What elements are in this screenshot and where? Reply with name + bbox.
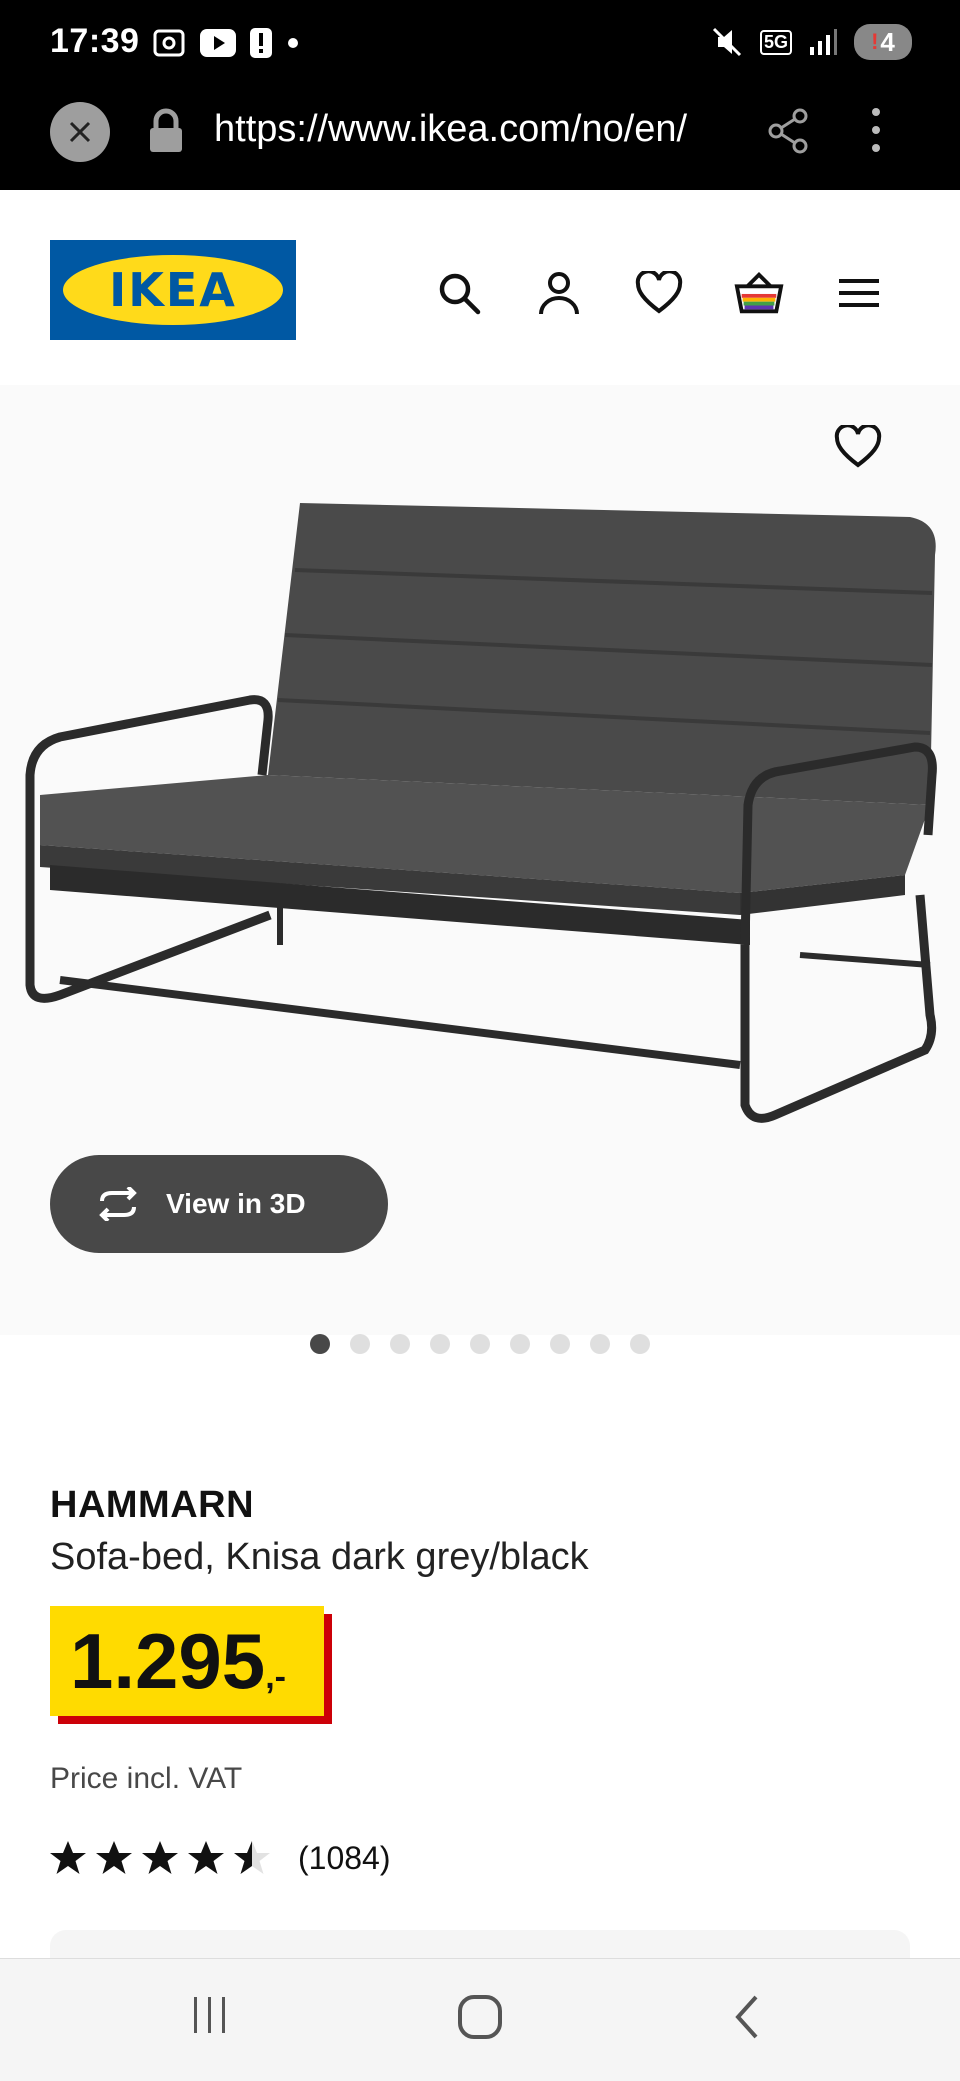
carousel-dot[interactable]	[630, 1334, 650, 1354]
screenshot-icon	[153, 29, 185, 57]
status-time: 17:39	[50, 22, 140, 60]
price-suffix: ,-	[265, 1658, 286, 1696]
view-in-3d-button[interactable]: View in 3D	[50, 1155, 388, 1253]
carousel-dot[interactable]	[390, 1334, 410, 1354]
wishlist-button[interactable]	[634, 268, 684, 318]
cart-button[interactable]	[734, 268, 784, 318]
search-button[interactable]	[434, 268, 484, 318]
search-icon	[439, 273, 481, 315]
product-name: HAMMARN	[50, 1484, 255, 1526]
more-options-button[interactable]	[866, 106, 886, 159]
heart-icon	[834, 423, 882, 468]
carousel-dot[interactable]	[590, 1334, 610, 1354]
recent-apps-button[interactable]	[188, 1993, 232, 2042]
ikea-logo[interactable]: IKEA	[50, 240, 296, 340]
mute-icon	[712, 27, 742, 57]
vat-note: Price incl. VAT	[50, 1762, 243, 1795]
home-button[interactable]	[456, 1993, 504, 2046]
add-to-wishlist-button[interactable]	[834, 423, 882, 474]
image-carousel-indicator	[0, 1334, 960, 1354]
rating-count: (1084)	[298, 1839, 391, 1876]
share-icon	[768, 108, 808, 154]
view-in-3d-label: View in 3D	[166, 1188, 306, 1219]
more-vert-icon	[872, 108, 880, 152]
user-icon	[539, 272, 579, 315]
heart-icon	[635, 271, 683, 314]
price-amount: 1.295	[70, 1617, 266, 1705]
recent-apps-icon	[194, 1997, 225, 2033]
shopping-bag-icon	[734, 272, 784, 314]
signal-icon	[810, 29, 837, 55]
system-navigation-bar	[0, 1958, 960, 2081]
half-star-icon	[234, 1841, 270, 1874]
url-field[interactable]: https://www.ikea.com/no/en/	[214, 108, 734, 151]
product-image-gallery[interactable]: View in 3D	[0, 385, 960, 1335]
star-icon	[50, 1841, 86, 1874]
dot-icon	[288, 38, 298, 48]
close-tab-button[interactable]	[50, 102, 110, 162]
site-header: IKEA	[0, 190, 960, 370]
carousel-dot[interactable]	[430, 1334, 450, 1354]
menu-button[interactable]	[834, 268, 884, 318]
star-icon	[96, 1841, 132, 1874]
back-icon	[735, 1995, 758, 2039]
carousel-dot[interactable]	[510, 1334, 530, 1354]
home-icon	[458, 1995, 502, 2039]
star-icon	[188, 1841, 224, 1874]
carousel-dot[interactable]	[350, 1334, 370, 1354]
product-description: Sofa-bed, Knisa dark grey/black	[50, 1536, 589, 1578]
status-bar: 17:39 5G ! 4	[0, 0, 960, 92]
lock-icon[interactable]	[146, 108, 186, 159]
carousel-dot[interactable]	[310, 1334, 330, 1354]
carousel-dot[interactable]	[470, 1334, 490, 1354]
close-icon	[69, 121, 91, 143]
rotate-3d-icon	[99, 1187, 137, 1221]
status-notification-icons	[152, 28, 300, 58]
rating-summary[interactable]: (1084)	[48, 1838, 391, 1878]
network-type: 5G	[759, 29, 792, 55]
alert-icon	[250, 28, 272, 58]
carousel-dot[interactable]	[550, 1334, 570, 1354]
account-button[interactable]	[534, 268, 584, 318]
star-icon	[142, 1841, 178, 1874]
youtube-icon	[200, 29, 236, 57]
back-button[interactable]	[730, 1993, 764, 2046]
price-tag: 1.295 ,-	[50, 1606, 332, 1724]
hamburger-menu-icon	[839, 279, 879, 307]
sofa-bed-image	[25, 503, 937, 1123]
battery-indicator: ! 4	[854, 24, 912, 60]
browser-toolbar: https://www.ikea.com/no/en/	[0, 92, 960, 190]
share-button[interactable]	[766, 108, 810, 159]
